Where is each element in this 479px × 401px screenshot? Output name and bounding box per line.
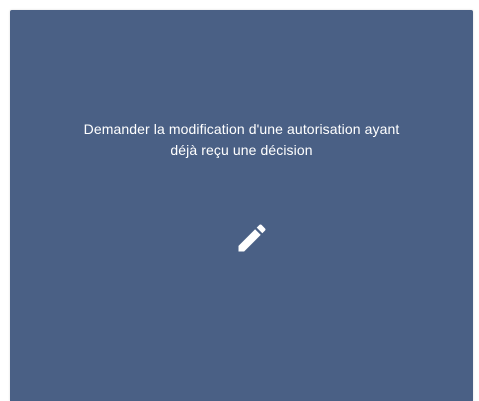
request-modification-card[interactable]: Demander la modification d'une autorisat… — [10, 10, 473, 401]
card-label-line-1: Demander la modification d'une autorisat… — [83, 121, 400, 137]
card-label: Demander la modification d'une autorisat… — [30, 119, 453, 161]
pencil-icon-graphic — [238, 224, 266, 252]
card-label-line-2: déjà reçu une décision — [170, 142, 313, 158]
page: Demander la modification d'une autorisat… — [0, 0, 479, 401]
pencil-icon — [232, 218, 272, 258]
